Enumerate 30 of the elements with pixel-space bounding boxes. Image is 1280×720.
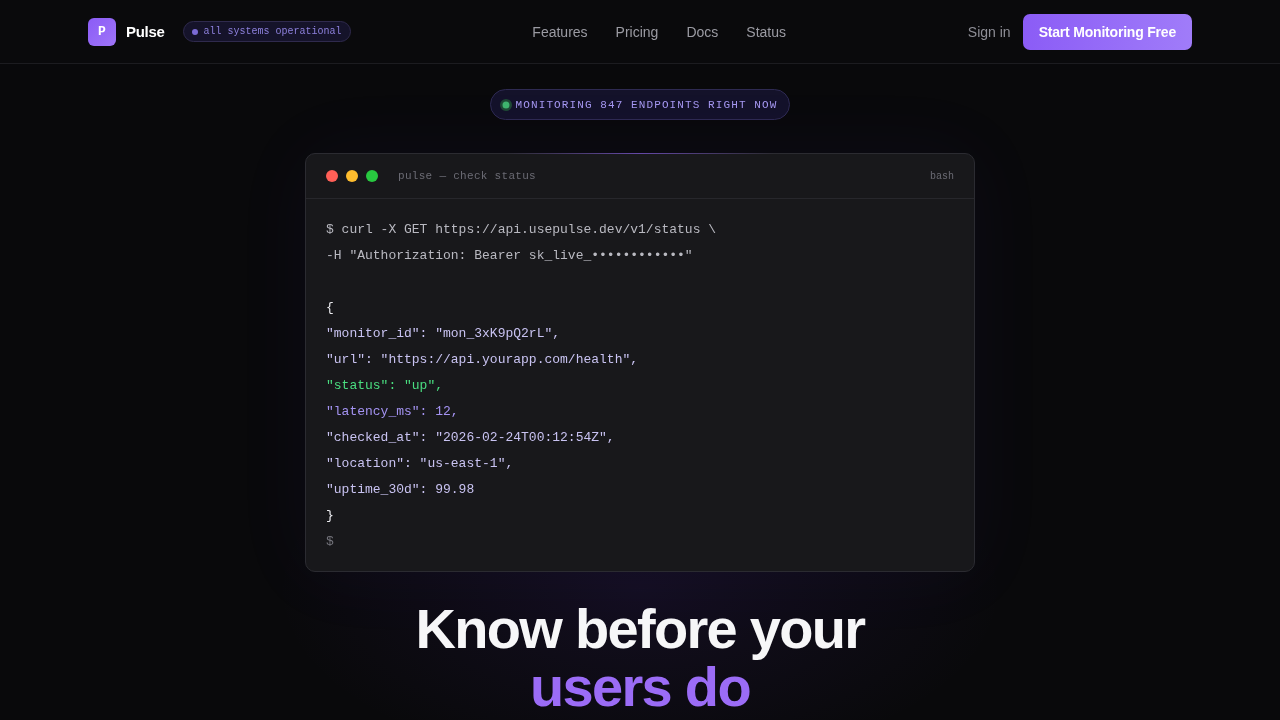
brand-name[interactable]: Pulse [126, 23, 165, 40]
code-line: "latency_ms": 12, [326, 403, 459, 421]
code-line: "checked_at": "2026-02-24T00:12:54Z", [326, 429, 615, 447]
status-dot-icon [191, 28, 198, 35]
code-line: "url": "https://api.yourapp.com/health", [326, 351, 639, 369]
command-line: $ curl -X GET https://api.usepulse.dev/v1/status \ [326, 221, 717, 239]
code-line: { [326, 299, 334, 317]
code-line: } [326, 507, 334, 525]
window-dot-icon [326, 170, 338, 182]
command-line: -H "Authorization: Bearer sk_live_••••••••••••" [326, 247, 693, 265]
status-text: all systems operational [203, 26, 342, 37]
window-dot-icon [366, 170, 378, 182]
logo-tile[interactable]: P [88, 17, 116, 46]
nav-link[interactable]: Status [746, 23, 786, 40]
code-line: "monitor_id": "mon_3xK9pQ2rL", [326, 325, 561, 343]
start-monitoring-button[interactable]: Start Monitoring Free [1022, 13, 1192, 50]
prompt-text: $ [326, 533, 334, 551]
nav-link[interactable]: Pricing [615, 23, 659, 40]
sign-in-link[interactable]: Sign in [967, 23, 1011, 40]
hero-heading: Know before your users do [415, 600, 865, 716]
badge-text: MONITORING 847 ENDPOINTS RIGHT NOW [515, 98, 778, 111]
window-dot-icon [346, 170, 358, 182]
terminal-title: pulse — check status [398, 170, 537, 182]
code-line: "uptime_30d": 99.98 [326, 481, 475, 499]
code-line: "status": "up", [326, 377, 444, 395]
nav-link[interactable]: Features [532, 23, 588, 40]
shell-label: bash [930, 170, 954, 182]
code-line: "location": "us-east-1", [326, 455, 514, 473]
status-dot-icon [499, 98, 512, 111]
nav-link[interactable]: Docs [686, 23, 719, 40]
